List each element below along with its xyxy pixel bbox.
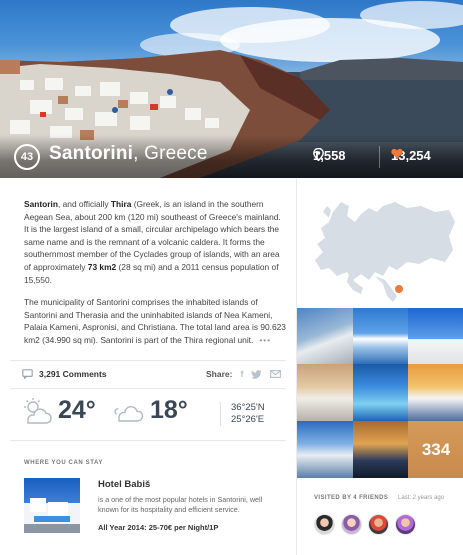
gallery-photo[interactable] [297, 308, 353, 364]
name-bold: Santorin [24, 199, 58, 209]
friend-avatar[interactable] [314, 514, 335, 535]
friend-avatar[interactable] [341, 514, 362, 535]
longitude: 25°26'E [231, 414, 265, 425]
divider [10, 440, 286, 441]
read-more-button[interactable]: ••• [259, 335, 271, 345]
night-weather: 18° [114, 396, 188, 425]
hotel-name[interactable]: Hotel Babiš [98, 479, 150, 490]
more-photos-button[interactable]: 334 [408, 421, 463, 478]
divider [10, 360, 286, 361]
europe-map [315, 202, 455, 302]
day-temperature: 24° [58, 396, 96, 424]
description: Santorin, and officially Thira (Greek, i… [24, 198, 286, 347]
facebook-icon[interactable]: f [240, 369, 243, 379]
side-column: 334 VISITED BY 4 FRIENDS Last: 2 years a… [296, 178, 463, 555]
desc-text: , and officially [57, 199, 111, 209]
rank-badge: 43 [14, 144, 40, 170]
night-temperature: 18° [150, 396, 188, 424]
comment-icon [22, 369, 33, 379]
share-bar: Share: f [206, 369, 282, 379]
place-country: , Greece [133, 143, 208, 164]
place-name: Santorini [49, 143, 134, 164]
views-stat[interactable]: 1,558 [313, 148, 346, 163]
content-column: Santorin, and officially Thira (Greek, i… [0, 178, 296, 555]
hotel-image[interactable] [24, 478, 80, 533]
share-label: Share: [206, 369, 233, 379]
hero-image: 43 Santorini, Greece 1,558 13,254 [0, 0, 463, 178]
weather-panel: 24° 18° 36°25'N 25°26'E [20, 396, 290, 436]
hotel-photo [24, 498, 80, 533]
hotel-description: is a one of the most popular hotels in S… [98, 495, 263, 514]
last-visit: Last: 2 years ago [398, 495, 445, 501]
cloud-icon [114, 405, 144, 422]
friends-list [314, 514, 416, 535]
hotel-price: All Year 2014: 25-70€ per Night/1P [98, 523, 219, 532]
stat-divider [379, 146, 380, 168]
email-icon[interactable] [270, 370, 282, 378]
friend-avatar[interactable] [368, 514, 389, 535]
location-marker [395, 285, 403, 293]
gallery-photo[interactable] [297, 364, 353, 421]
coordinates: 36°25'N 25°26'E [220, 402, 265, 426]
sun-cloud-icon [24, 397, 52, 424]
stay-section-title: WHERE YOU CAN STAY [24, 460, 104, 466]
comments-link[interactable]: 3,291 Comments [22, 369, 107, 379]
more-photos-count: 334 [421, 439, 451, 459]
latitude: 36°25'N [231, 402, 265, 413]
area-bold: 73 km2 [87, 261, 117, 272]
description-paragraph-1: Santorin, and officially Thira (Greek, i… [24, 198, 286, 286]
visited-label: VISITED BY 4 FRIENDS [314, 495, 389, 501]
gallery-photo[interactable] [353, 308, 408, 364]
gallery-photo[interactable] [353, 364, 408, 421]
place-title: Santorini, Greece [49, 143, 208, 165]
comments-count: 3,291 Comments [39, 369, 107, 379]
gallery-photo[interactable] [408, 308, 463, 364]
description-paragraph-2: The municipality of Santorini comprises … [24, 296, 286, 346]
likes-stat[interactable]: 13,254 [391, 148, 431, 163]
gallery-photo[interactable] [408, 364, 463, 421]
divider [10, 388, 286, 389]
twitter-icon[interactable] [251, 369, 262, 379]
gallery-photo[interactable] [297, 421, 353, 478]
thira-bold: Thira [110, 199, 132, 209]
heart-icon [391, 148, 403, 159]
location-pin-icon [313, 148, 324, 161]
photo-gallery: 334 [297, 308, 463, 478]
friend-avatar[interactable] [395, 514, 416, 535]
gallery-photo[interactable] [353, 421, 408, 478]
day-weather: 24° [20, 396, 96, 425]
desc-text: The municipality of Santorini comprises … [24, 297, 286, 345]
